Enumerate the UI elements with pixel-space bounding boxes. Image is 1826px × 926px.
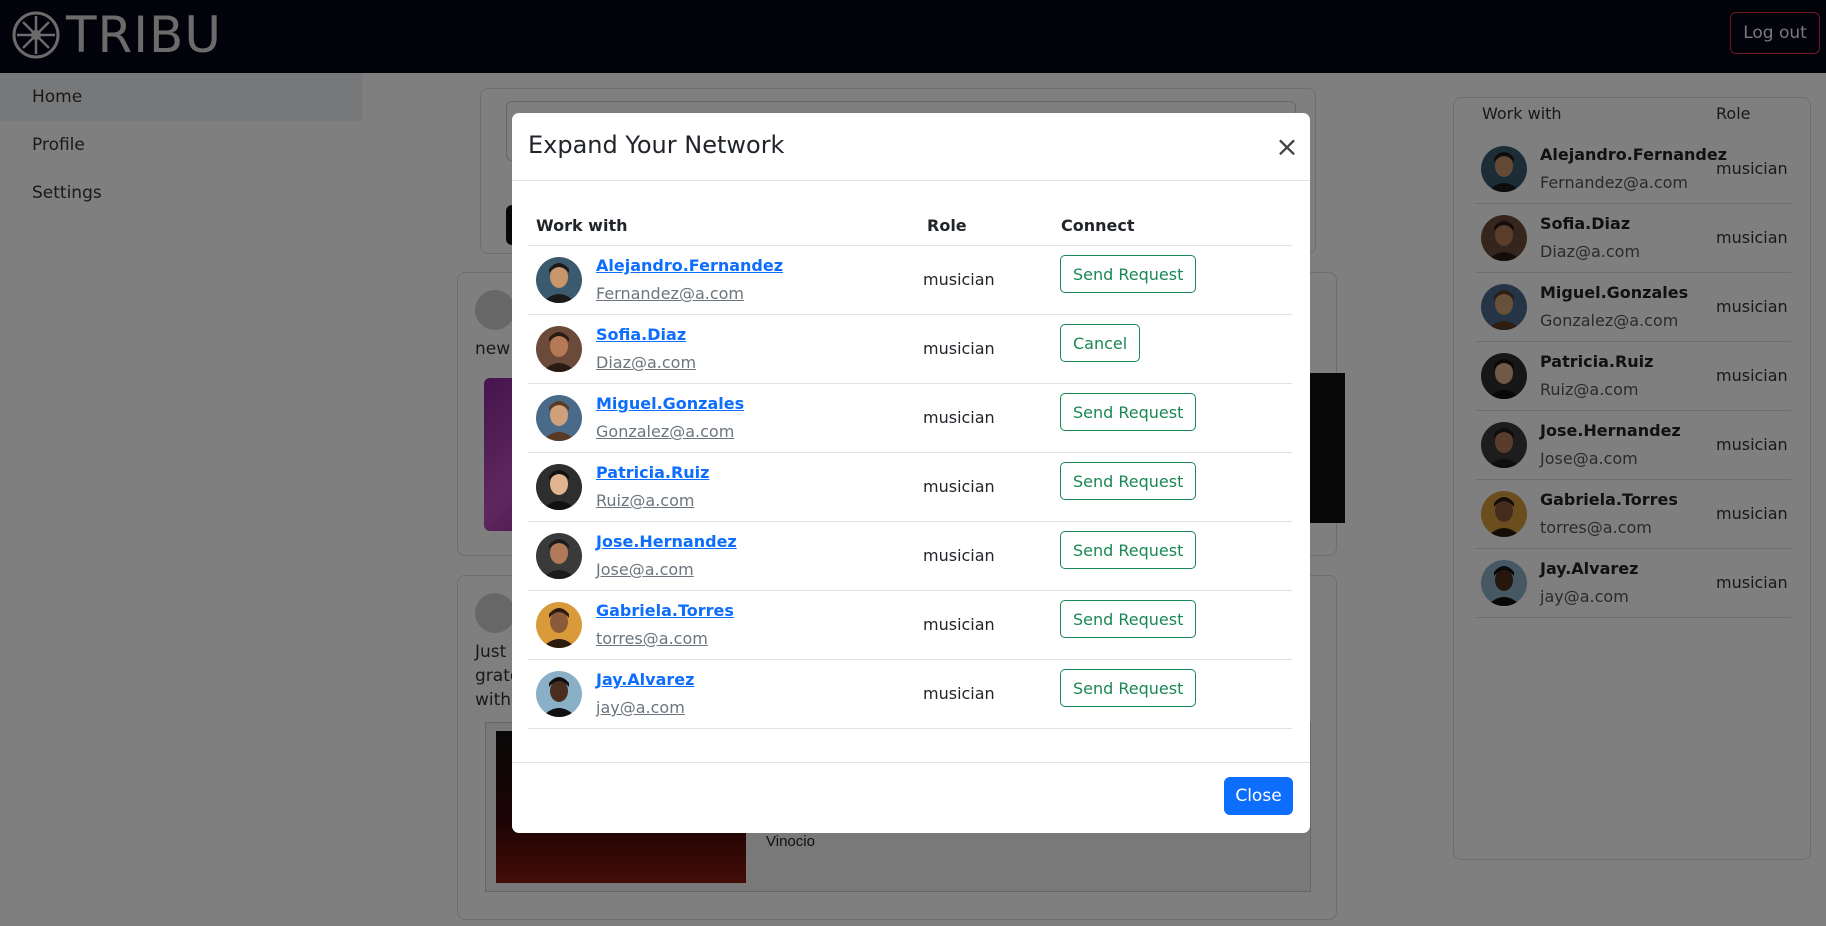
send-request-button[interactable]: Send Request xyxy=(1060,255,1197,293)
cancel-request-button[interactable]: Cancel xyxy=(1060,324,1141,362)
column-header-role: Role xyxy=(927,216,967,235)
modal-header: Expand Your Network × xyxy=(512,113,1310,181)
user-email-link[interactable]: Diaz@a.com xyxy=(596,353,696,372)
table-row: Jose.Hernandez Jose@a.com musician Send Req… xyxy=(528,522,1292,591)
user-profile-link[interactable]: Sofia.Diaz xyxy=(596,325,686,344)
user-role: musician xyxy=(923,477,995,496)
close-button[interactable]: Close xyxy=(1224,777,1293,815)
column-header-work-with: Work with xyxy=(536,216,628,235)
user-role: musician xyxy=(923,546,995,565)
user-role: musician xyxy=(923,270,995,289)
user-email-link[interactable]: Gonzalez@a.com xyxy=(596,422,734,441)
avatar xyxy=(536,395,582,441)
send-request-button[interactable]: Send Request xyxy=(1060,531,1197,569)
user-role: musician xyxy=(923,339,995,358)
send-request-button[interactable]: Send Request xyxy=(1060,669,1197,707)
avatar xyxy=(536,464,582,510)
user-profile-link[interactable]: Alejandro.Fernandez xyxy=(596,256,783,275)
user-profile-link[interactable]: Miguel.Gonzales xyxy=(596,394,744,413)
avatar xyxy=(536,602,582,648)
user-profile-link[interactable]: Patricia.Ruiz xyxy=(596,463,709,482)
table-row: Gabriela.Torres torres@a.com musician Send … xyxy=(528,591,1292,660)
expand-network-modal: Expand Your Network × Work with Role Con… xyxy=(512,113,1310,833)
user-email-link[interactable]: Fernandez@a.com xyxy=(596,284,744,303)
avatar xyxy=(536,671,582,717)
user-role: musician xyxy=(923,615,995,634)
send-request-button[interactable]: Send Request xyxy=(1060,600,1197,638)
user-email-link[interactable]: jay@a.com xyxy=(596,698,685,717)
close-icon[interactable]: × xyxy=(1272,133,1302,163)
table-row: Miguel.Gonzales Gonzalez@a.com musician Sen… xyxy=(528,384,1292,453)
user-email-link[interactable]: Jose@a.com xyxy=(596,560,694,579)
user-role: musician xyxy=(923,684,995,703)
user-profile-link[interactable]: Jose.Hernandez xyxy=(596,532,737,551)
send-request-button[interactable]: Send Request xyxy=(1060,393,1197,431)
user-role: musician xyxy=(923,408,995,427)
column-header-connect: Connect xyxy=(1061,216,1135,235)
table-row: Sofia.Diaz Diaz@a.com musician Cancel xyxy=(528,315,1292,384)
user-profile-link[interactable]: Jay.Alvarez xyxy=(596,670,694,689)
send-request-button[interactable]: Send Request xyxy=(1060,462,1197,500)
avatar xyxy=(536,326,582,372)
avatar xyxy=(536,533,582,579)
modal-title: Expand Your Network xyxy=(528,131,785,159)
modal-footer: Close xyxy=(512,762,1310,833)
user-email-link[interactable]: torres@a.com xyxy=(596,629,708,648)
table-row: Alejandro.Fernandez Fernandez@a.com musici… xyxy=(528,246,1292,315)
avatar xyxy=(536,257,582,303)
user-profile-link[interactable]: Gabriela.Torres xyxy=(596,601,734,620)
table-row: Patricia.Ruiz Ruiz@a.com musician Send Requ… xyxy=(528,453,1292,522)
user-email-link[interactable]: Ruiz@a.com xyxy=(596,491,694,510)
table-row: Jay.Alvarez jay@a.com musician Send Request xyxy=(528,660,1292,729)
